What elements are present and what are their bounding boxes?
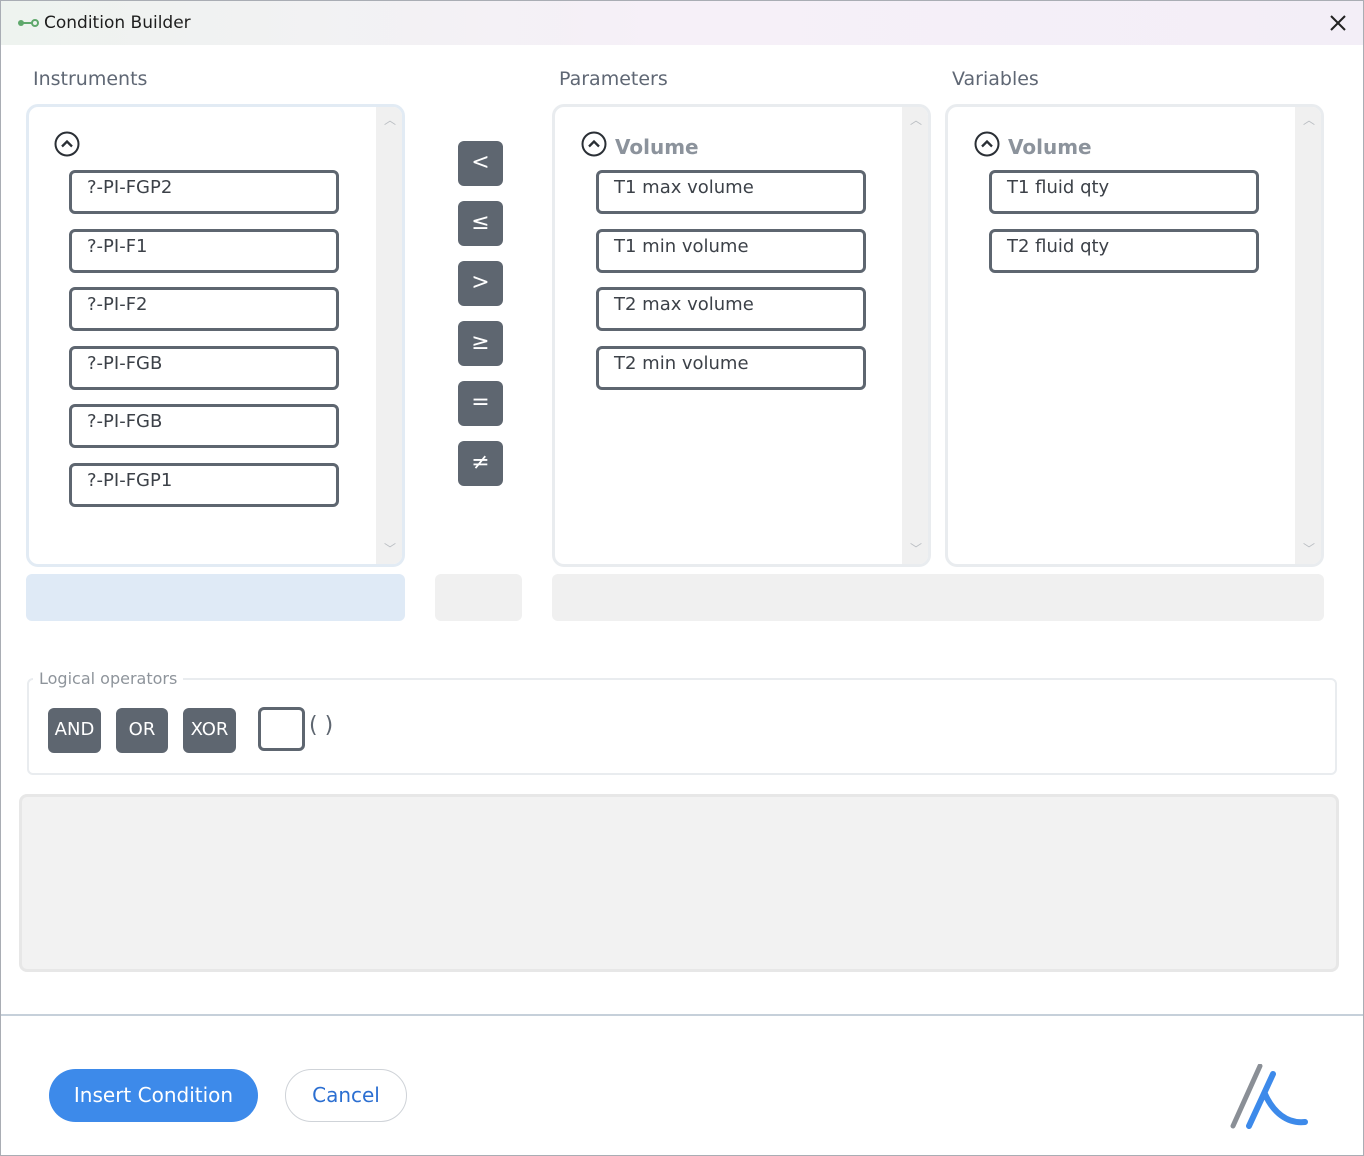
link-icon xyxy=(18,19,39,27)
or-button[interactable]: OR xyxy=(116,708,168,753)
greater-than-button[interactable]: > xyxy=(458,261,503,306)
variables-group-label: Volume xyxy=(1008,135,1092,159)
instruments-panel: ︿ ﹀ ?-PI-FGP2 ?-PI-F1 ?-PI-F2 ?-PI-FGB ?… xyxy=(26,104,405,567)
instrument-selection-field[interactable] xyxy=(26,574,405,621)
equals-button[interactable]: = xyxy=(458,381,503,426)
instrument-item[interactable]: ?-PI-FGP1 xyxy=(69,463,339,507)
variable-item[interactable]: T2 fluid qty xyxy=(989,229,1259,273)
parentheses-label: ( ) xyxy=(309,713,334,738)
operator-selection-field[interactable] xyxy=(435,574,522,621)
parameters-header: Parameters xyxy=(559,68,668,90)
cancel-button[interactable]: Cancel xyxy=(285,1069,407,1122)
value-selection-field[interactable] xyxy=(552,574,1324,621)
parameter-item[interactable]: T1 max volume xyxy=(596,170,866,214)
close-icon[interactable] xyxy=(1321,7,1355,39)
scroll-up-icon[interactable]: ︿ xyxy=(1303,114,1315,126)
parameter-item[interactable]: T2 min volume xyxy=(596,346,866,390)
parentheses-checkbox[interactable] xyxy=(258,707,305,751)
variables-scrollbar[interactable]: ︿ ﹀ xyxy=(1295,107,1321,564)
parameters-group-label: Volume xyxy=(615,135,699,159)
scroll-up-icon[interactable]: ︿ xyxy=(910,114,922,126)
instrument-item[interactable]: ?-PI-F2 xyxy=(69,287,339,331)
scroll-down-icon[interactable]: ﹀ xyxy=(1303,543,1315,555)
collapse-icon[interactable] xyxy=(54,131,80,157)
instrument-item[interactable]: ?-PI-FGB xyxy=(69,346,339,390)
greater-or-equal-button[interactable]: ≥ xyxy=(458,321,503,366)
title-bar: Condition Builder xyxy=(1,1,1363,45)
less-than-button[interactable]: < xyxy=(458,141,503,186)
collapse-icon[interactable] xyxy=(974,131,1000,157)
condition-output-area[interactable] xyxy=(19,794,1339,972)
instruments-scrollbar[interactable]: ︿ ﹀ xyxy=(376,107,402,564)
brand-logo xyxy=(1230,1064,1308,1129)
scroll-down-icon[interactable]: ﹀ xyxy=(910,543,922,555)
instrument-item[interactable]: ?-PI-FGP2 xyxy=(69,170,339,214)
logical-operators-legend: Logical operators xyxy=(39,669,178,688)
instruments-header: Instruments xyxy=(33,68,148,90)
scroll-down-icon[interactable]: ﹀ xyxy=(384,543,396,555)
instrument-item[interactable]: ?-PI-F1 xyxy=(69,229,339,273)
footer-divider xyxy=(1,1014,1363,1016)
and-button[interactable]: AND xyxy=(48,708,101,753)
variables-header: Variables xyxy=(952,68,1039,90)
xor-button[interactable]: XOR xyxy=(183,708,236,753)
variables-panel: ︿ ﹀ Volume T1 fluid qty T2 fluid qty xyxy=(945,104,1324,567)
window-title: Condition Builder xyxy=(44,13,191,33)
parameter-item[interactable]: T2 max volume xyxy=(596,287,866,331)
parameter-item[interactable]: T1 min volume xyxy=(596,229,866,273)
variable-item[interactable]: T1 fluid qty xyxy=(989,170,1259,214)
instrument-item[interactable]: ?-PI-FGB xyxy=(69,404,339,448)
condition-builder-window: Condition Builder Instruments Parameters… xyxy=(0,0,1364,1156)
insert-condition-button[interactable]: Insert Condition xyxy=(49,1069,258,1122)
less-or-equal-button[interactable]: ≤ xyxy=(458,201,503,246)
scroll-up-icon[interactable]: ︿ xyxy=(384,114,396,126)
parameters-scrollbar[interactable]: ︿ ﹀ xyxy=(902,107,928,564)
parameters-panel: ︿ ﹀ Volume T1 max volume T1 min volume T… xyxy=(552,104,931,567)
not-equal-button[interactable]: ≠ xyxy=(458,441,503,486)
collapse-icon[interactable] xyxy=(581,131,607,157)
